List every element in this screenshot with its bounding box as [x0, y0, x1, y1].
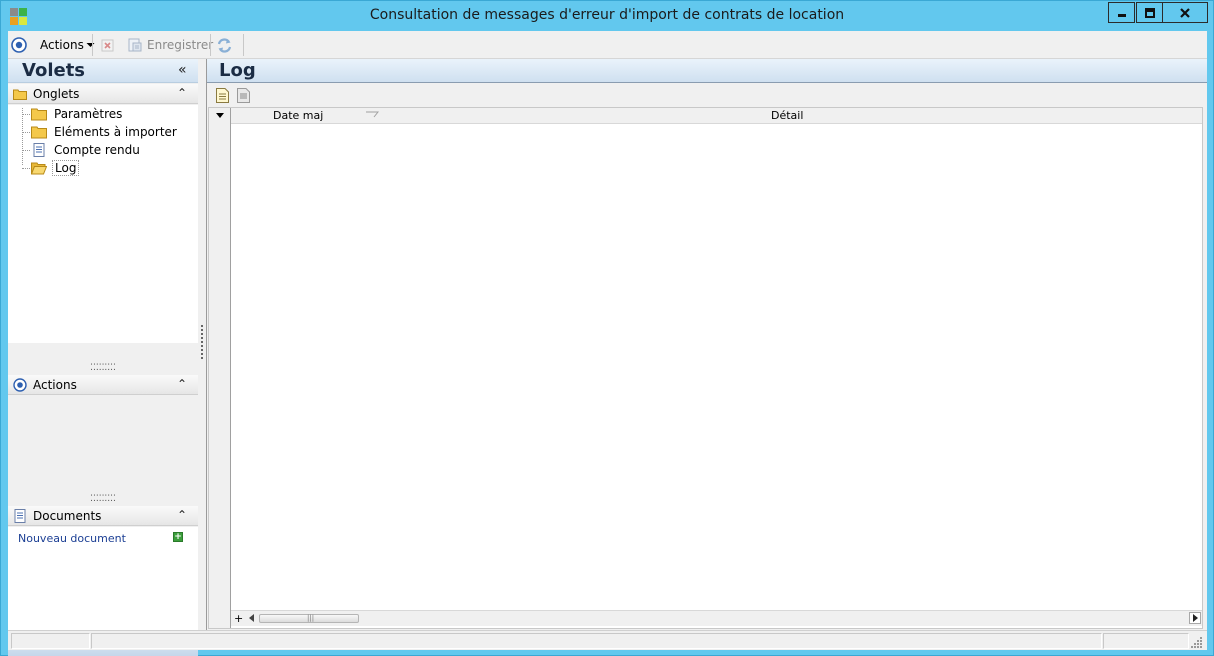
documents-section-header[interactable]: Documents ⌃: [8, 506, 198, 526]
title-bar: Consultation de messages d'erreur d'impo…: [1, 1, 1213, 31]
volets-title: Volets: [22, 60, 86, 81]
close-button[interactable]: [1162, 2, 1208, 23]
scrollbar-thumb[interactable]: |||: [259, 614, 359, 623]
export-icon[interactable]: [237, 88, 250, 103]
actions-section-body: [8, 396, 198, 496]
chevron-down-icon: [86, 43, 95, 47]
maximize-button[interactable]: [1136, 2, 1163, 23]
tree-item-label: Log: [52, 160, 80, 176]
onglets-tree: Paramètres Eléments à importer Compte re…: [8, 105, 198, 343]
new-entry-icon[interactable]: [216, 88, 229, 103]
close-icon: [1180, 7, 1190, 18]
tree-item-compte-rendu[interactable]: Compte rendu: [22, 141, 142, 159]
window-title: Consultation de messages d'erreur d'impo…: [369, 7, 845, 23]
actions-section-label: Actions: [33, 378, 77, 392]
tree-item-label: Paramètres: [54, 107, 123, 121]
status-panel: [91, 633, 1102, 649]
tree-item-parametres[interactable]: Paramètres: [22, 105, 124, 123]
actions-section-header[interactable]: Actions ⌃: [8, 375, 198, 395]
target-icon: [11, 37, 27, 53]
minimize-icon: [1117, 13, 1126, 17]
onglets-section-header[interactable]: Onglets ⌃: [8, 84, 198, 104]
main-toolbar: Actions Enregistrer: [8, 31, 1207, 59]
documents-section-body: Nouveau document +: [8, 527, 198, 633]
collapse-section-icon[interactable]: ⌃: [177, 377, 187, 391]
toolbar-separator: [92, 34, 93, 56]
log-grid: Date maj Détail + |||: [208, 107, 1203, 629]
tree-item-label: Eléments à importer: [54, 125, 177, 139]
folder-icon: [31, 108, 47, 121]
section-resize-grip[interactable]: ⁚⁚⁚⁚⁚⁚⁚⁚⁚: [8, 364, 198, 373]
column-header-date-maj[interactable]: Date maj: [273, 109, 323, 122]
document-icon: [14, 509, 26, 523]
maximize-icon: [1144, 7, 1155, 18]
refresh-icon: [217, 37, 232, 53]
target-icon: [13, 378, 27, 392]
app-window: Consultation de messages d'erreur d'impo…: [0, 0, 1214, 656]
page-title: Log: [219, 60, 256, 81]
actions-menu-icon[interactable]: [11, 36, 27, 54]
toolbar-separator: [243, 34, 244, 56]
save-button[interactable]: Enregistrer: [127, 36, 213, 54]
scroll-right-button[interactable]: [1189, 612, 1201, 624]
document-icon: [33, 143, 45, 157]
client-area: Actions Enregistrer Volets « Onglets ⌃ P…: [8, 31, 1207, 656]
folder-icon: [31, 126, 47, 139]
status-bar: [8, 630, 1207, 650]
save-icon: [128, 38, 142, 52]
splitter-grip[interactable]: [201, 325, 203, 359]
tree-item-log[interactable]: Log: [22, 159, 80, 177]
add-icon[interactable]: +: [173, 532, 183, 542]
column-header-detail[interactable]: Détail: [771, 109, 803, 122]
left-pane: Volets « Onglets ⌃ Paramètres Eléments à…: [8, 59, 198, 656]
folder-icon: [13, 89, 27, 100]
log-header: Log: [207, 59, 1207, 83]
scroll-left-icon[interactable]: [249, 614, 254, 622]
resize-grip-icon[interactable]: [1191, 637, 1203, 649]
save-label: Enregistrer: [147, 38, 214, 52]
volets-header: Volets «: [8, 59, 198, 83]
tree-item-label: Compte rendu: [54, 143, 140, 157]
grid-column-header: Date maj Détail: [231, 108, 1202, 124]
grid-horizontal-scrollbar[interactable]: + |||: [231, 610, 1202, 626]
delete-button[interactable]: [101, 36, 114, 54]
section-resize-grip[interactable]: ⁚⁚⁚⁚⁚⁚⁚⁚⁚: [8, 495, 198, 504]
main-pane: Log Date maj Détail + |||: [206, 59, 1207, 630]
grid-row-header: [209, 108, 231, 628]
delete-icon: [101, 39, 114, 51]
add-row-button[interactable]: +: [234, 612, 243, 625]
collapse-section-icon[interactable]: ⌃: [177, 86, 187, 100]
collapse-pane-button[interactable]: «: [178, 62, 187, 78]
onglets-label: Onglets: [33, 87, 80, 101]
log-toolbar: [207, 84, 1207, 107]
sort-icon[interactable]: [365, 111, 379, 119]
column-chooser-icon[interactable]: [216, 113, 224, 118]
documents-section-label: Documents: [33, 509, 102, 523]
open-folder-icon: [31, 162, 47, 175]
actions-menu-button[interactable]: Actions: [40, 36, 95, 54]
refresh-button[interactable]: [216, 36, 233, 54]
minimize-button[interactable]: [1108, 2, 1135, 23]
collapse-section-icon[interactable]: ⌃: [177, 508, 187, 522]
status-panel: [11, 633, 90, 649]
status-panel: [1103, 633, 1189, 649]
pane-splitter[interactable]: [198, 59, 206, 630]
tree-item-elements[interactable]: Eléments à importer: [22, 123, 179, 141]
toolbar-separator: [210, 34, 211, 56]
new-document-link[interactable]: Nouveau document: [18, 532, 126, 545]
scrollbar-grip: |||: [307, 614, 315, 622]
actions-menu-label: Actions: [40, 38, 84, 52]
